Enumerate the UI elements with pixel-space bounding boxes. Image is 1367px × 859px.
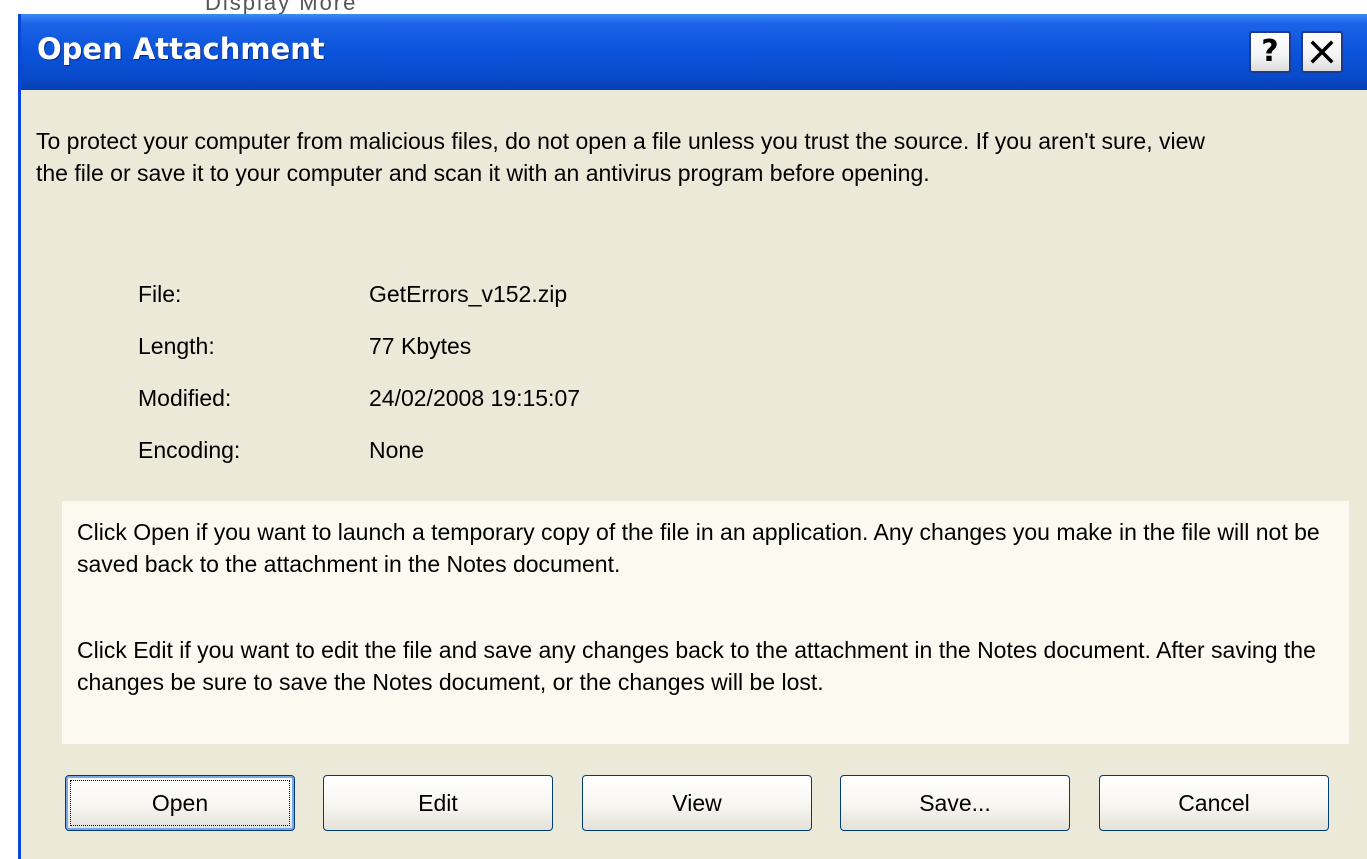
file-info-label: Length: (138, 332, 215, 359)
file-info-label: Modified: (138, 384, 232, 411)
help-button[interactable]: ? (1249, 31, 1291, 73)
hint-panel: Click Open if you want to launch a tempo… (62, 501, 1349, 744)
file-info-label: Encoding: (138, 436, 241, 463)
close-icon (1310, 40, 1334, 64)
file-info-value: GetErrors_v152.zip (369, 280, 568, 307)
file-info-value: 77 Kbytes (369, 332, 472, 359)
edit-hint-text: Click Edit if you want to edit the file … (77, 637, 1316, 695)
view-button[interactable]: View (582, 775, 812, 831)
edit-button[interactable]: Edit (323, 775, 553, 831)
file-info-row: Encoding: None (138, 424, 580, 476)
save-button[interactable]: Save... (840, 775, 1070, 831)
file-info-label: File: (138, 280, 182, 307)
open-button[interactable]: Open (65, 775, 295, 831)
file-info-value: 24/02/2008 19:15:07 (369, 384, 581, 411)
open-attachment-dialog: Open Attachment ? To protect your comput… (18, 14, 1367, 859)
open-hint-text: Click Open if you want to launch a tempo… (77, 519, 1320, 577)
file-info-row: Modified: 24/02/2008 19:15:07 (138, 372, 580, 424)
dialog-titlebar[interactable]: Open Attachment ? (21, 14, 1367, 90)
dialog-title: Open Attachment (37, 32, 325, 66)
file-info-row: Length: 77 Kbytes (138, 320, 580, 372)
help-icon: ? (1261, 34, 1279, 69)
file-info-row: File: GetErrors_v152.zip (138, 268, 580, 320)
file-info-table: File: GetErrors_v152.zip Length: 77 Kbyt… (138, 268, 580, 476)
background-toolbar: Display More (0, 0, 1367, 15)
security-warning-text: To protect your computer from malicious … (36, 128, 1206, 186)
close-button[interactable] (1301, 31, 1343, 73)
cancel-button[interactable]: Cancel (1099, 775, 1329, 831)
file-info-value: None (369, 436, 424, 463)
